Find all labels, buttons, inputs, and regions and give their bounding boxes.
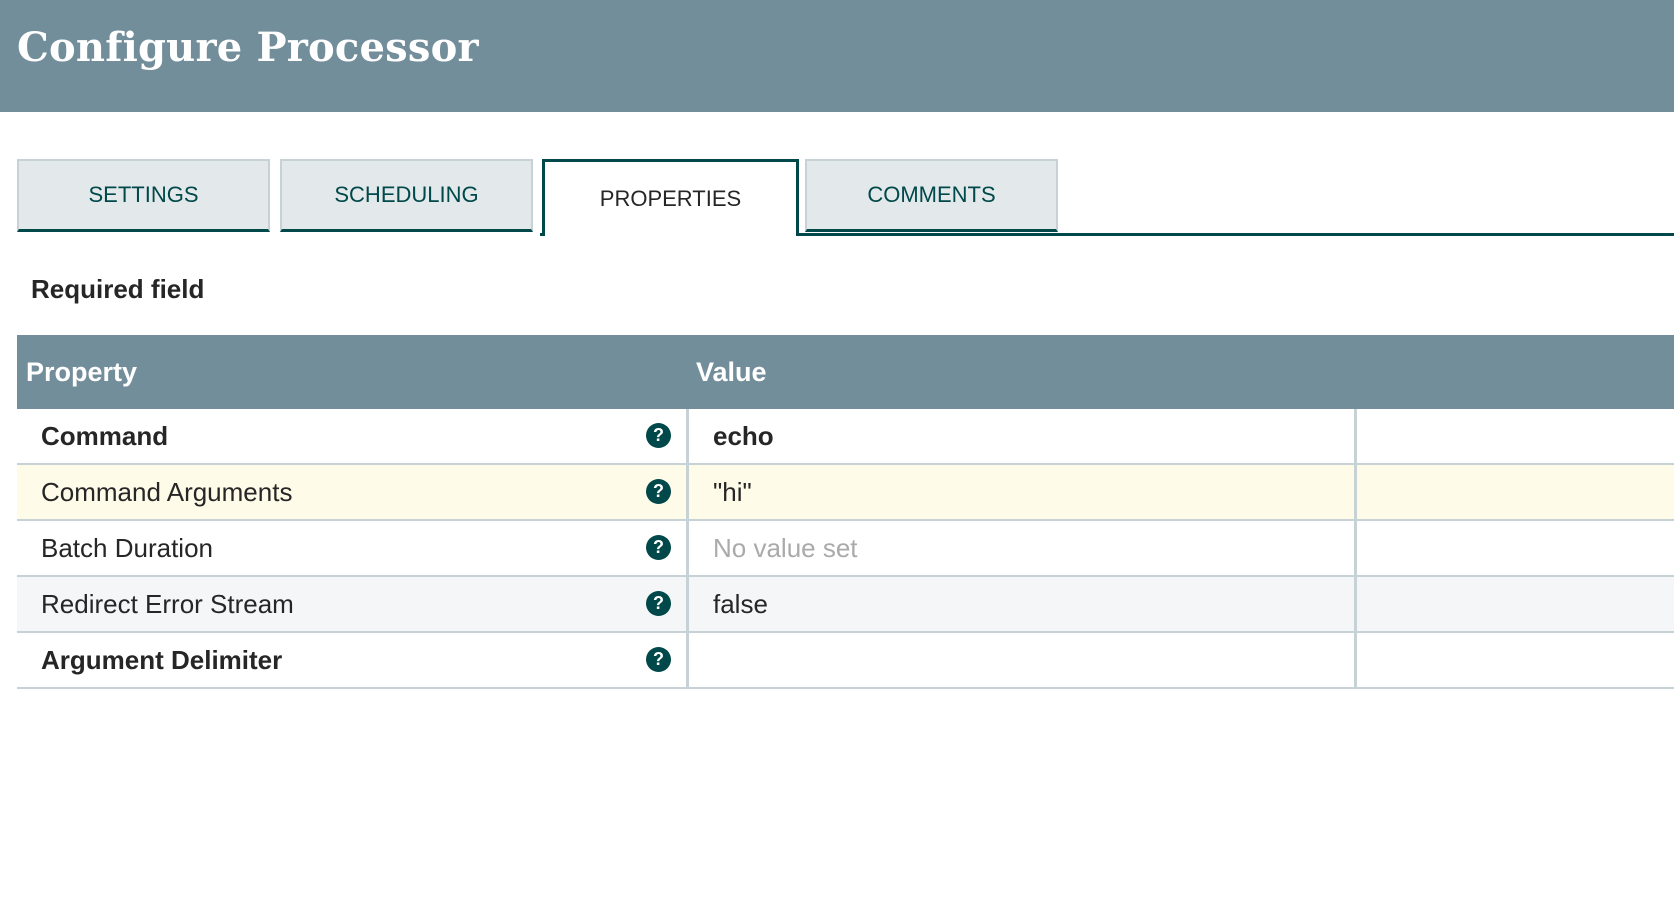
dialog-header: Configure Processor [0, 0, 1674, 112]
column-divider [686, 409, 689, 463]
property-name: Argument Delimiter [41, 633, 282, 687]
tab-settings[interactable]: SETTINGS [17, 159, 270, 232]
tab-properties[interactable]: PROPERTIES [542, 159, 799, 236]
property-name: Command Arguments [41, 465, 292, 519]
dialog-title: Configure Processor [17, 18, 479, 78]
column-header-property[interactable]: Property [26, 335, 137, 409]
column-divider [1354, 633, 1357, 687]
table-row[interactable]: Batch Duration ? No value set [17, 521, 1674, 577]
table-row[interactable]: Redirect Error Stream ? false [17, 577, 1674, 633]
property-name: Command [41, 409, 168, 463]
table-row[interactable]: Command Arguments ? "hi" [17, 465, 1674, 521]
tab-comments[interactable]: COMMENTS [805, 159, 1058, 232]
table-row[interactable]: Command ? echo [17, 409, 1674, 465]
column-divider [686, 465, 689, 519]
tab-scheduling[interactable]: SCHEDULING [280, 159, 533, 232]
column-header-value[interactable]: Value [696, 335, 767, 409]
question-circle-icon[interactable]: ? [646, 591, 671, 616]
property-value[interactable]: false [713, 577, 1333, 631]
property-name: Redirect Error Stream [41, 577, 294, 631]
question-circle-icon[interactable]: ? [646, 647, 671, 672]
property-value[interactable]: "hi" [713, 465, 1333, 519]
column-divider [1354, 577, 1357, 631]
property-value[interactable]: echo [713, 409, 1333, 463]
column-divider [686, 577, 689, 631]
property-name: Batch Duration [41, 521, 213, 575]
column-divider [1354, 409, 1357, 463]
column-divider [686, 521, 689, 575]
column-divider [686, 633, 689, 687]
question-circle-icon[interactable]: ? [646, 535, 671, 560]
column-divider [1354, 521, 1357, 575]
required-field-label: Required field [31, 274, 204, 305]
properties-table: Property Value Command ? echo Command Ar… [17, 335, 1674, 689]
table-row[interactable]: Argument Delimiter ? [17, 633, 1674, 689]
configure-processor-dialog: Configure Processor SETTINGS SCHEDULING … [0, 0, 1674, 913]
property-value[interactable] [713, 633, 1333, 687]
table-header: Property Value [17, 335, 1674, 409]
column-divider [1354, 465, 1357, 519]
property-value[interactable]: No value set [713, 521, 1333, 575]
question-circle-icon[interactable]: ? [646, 479, 671, 504]
question-circle-icon[interactable]: ? [646, 423, 671, 448]
